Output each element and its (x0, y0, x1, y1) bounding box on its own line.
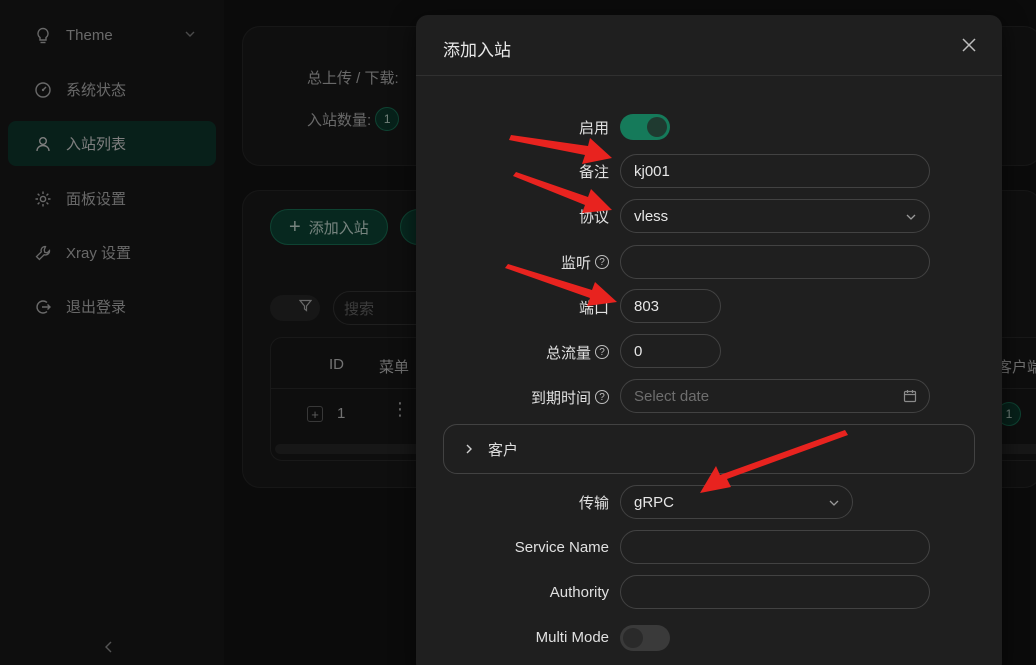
port-label: 端口 (578, 299, 609, 317)
authority-input[interactable] (620, 575, 930, 609)
chevron-right-icon (464, 443, 474, 455)
total-traffic-input[interactable]: 0 (620, 334, 721, 368)
service-name-label: Service Name (514, 538, 609, 556)
enable-toggle[interactable] (620, 114, 670, 140)
multi-mode-toggle[interactable] (620, 625, 670, 651)
calendar-icon (903, 389, 917, 407)
expiry-date-picker[interactable]: Select date (620, 379, 930, 413)
listen-input[interactable] (620, 245, 930, 279)
transport-label: 传输 (578, 494, 609, 512)
transport-select[interactable]: gRPC (620, 485, 853, 519)
multi-mode-label: Multi Mode (535, 628, 609, 646)
expiry-label: 到期时间? (531, 380, 609, 414)
remark-label: 备注 (578, 163, 609, 181)
add-inbound-modal: 添加入站 启用 备注 kj001 协议 vless 监听? 端口 803 总流量… (416, 15, 1002, 665)
chevron-down-icon (905, 210, 917, 227)
clients-collapse-panel[interactable]: 客户 (443, 424, 975, 474)
authority-label: Authority (549, 583, 609, 601)
help-icon[interactable]: ? (595, 345, 609, 359)
remark-input[interactable]: kj001 (620, 154, 930, 188)
total-traffic-label: 总流量? (546, 335, 609, 369)
modal-divider (416, 75, 1002, 76)
modal-title: 添加入站 (443, 41, 511, 60)
protocol-label: 协议 (578, 208, 609, 226)
help-icon[interactable]: ? (595, 255, 609, 269)
protocol-select[interactable]: vless (620, 199, 930, 233)
port-input[interactable]: 803 (620, 289, 721, 323)
chevron-down-icon (828, 496, 840, 513)
service-name-input[interactable] (620, 530, 930, 564)
listen-label: 监听? (561, 245, 609, 279)
enable-label: 启用 (578, 119, 609, 137)
close-icon[interactable] (960, 36, 978, 54)
help-icon[interactable]: ? (595, 390, 609, 404)
